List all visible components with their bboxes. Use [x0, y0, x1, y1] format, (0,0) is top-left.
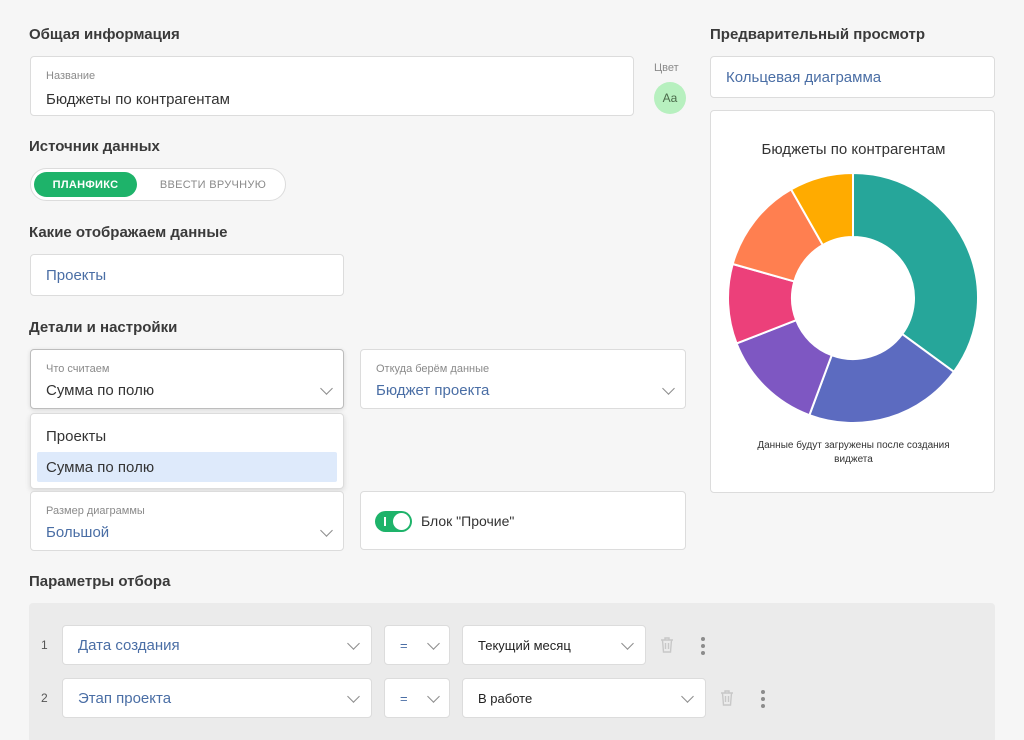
filter-field-value: Этап проекта — [78, 690, 172, 707]
filter-operator-value: = — [400, 691, 408, 706]
filter-operator-select[interactable]: = — [384, 678, 450, 718]
filter-operator-select[interactable]: = — [384, 625, 450, 665]
what-count-dropdown: Проекты Сумма по полю — [30, 413, 344, 489]
preview-section-title: Предварительный просмотр — [710, 26, 925, 43]
name-field[interactable]: Название Бюджеты по контрагентам — [30, 56, 634, 116]
chevron-down-icon — [427, 690, 440, 703]
color-picker[interactable]: Aa — [654, 82, 686, 114]
filter-field-select[interactable]: Этап проекта — [62, 678, 372, 718]
filter-value-select[interactable]: Текущий месяц — [462, 625, 646, 665]
filter-row-number: 2 — [41, 691, 48, 705]
name-field-value: Бюджеты по контрагентам — [46, 91, 230, 108]
filter-value-text: В работе — [478, 691, 533, 706]
donut-chart — [727, 171, 979, 424]
source-switch: ПЛАНФИКС ВВЕСТИ ВРУЧНУЮ — [30, 168, 286, 201]
chevron-down-icon — [427, 637, 440, 650]
details-section-title: Детали и настройки — [29, 319, 178, 336]
what-count-select[interactable]: Что считаем Сумма по полю — [30, 349, 344, 409]
data-source-select[interactable]: Откуда берём данные Бюджет проекта — [360, 349, 686, 409]
chart-size-label: Размер диаграммы — [46, 505, 145, 517]
what-count-label: Что считаем — [46, 363, 110, 375]
preview-note: Данные будут загружены после создания ви… — [757, 440, 950, 465]
trash-icon[interactable] — [659, 636, 675, 654]
filters-panel: 1 Дата создания = Текущий месяц 2 Этап п… — [29, 603, 995, 740]
chevron-down-icon — [621, 637, 634, 650]
chevron-down-icon — [320, 524, 333, 537]
dropdown-option-projects[interactable]: Проекты — [37, 421, 337, 451]
chevron-down-icon — [347, 690, 360, 703]
chevron-down-icon — [320, 382, 333, 395]
chevron-down-icon — [662, 382, 675, 395]
source-section-title: Источник данных — [29, 138, 160, 155]
preview-card: Бюджеты по контрагентам Данные будут заг… — [710, 110, 995, 493]
more-vertical-icon[interactable] — [761, 690, 765, 711]
chevron-down-icon — [681, 690, 694, 703]
more-vertical-icon[interactable] — [701, 637, 705, 658]
display-data-value: Проекты — [46, 267, 107, 284]
other-block-label: Блок "Прочие" — [421, 513, 515, 529]
filter-field-select[interactable]: Дата создания — [62, 625, 372, 665]
toggle-knob — [393, 513, 410, 530]
source-option-manual[interactable]: ВВЕСТИ ВРУЧНУЮ — [145, 172, 281, 197]
display-data-field[interactable]: Проекты — [30, 254, 344, 296]
chart-type-select[interactable]: Кольцевая диаграмма — [710, 56, 995, 98]
toggle-on-mark — [384, 517, 386, 526]
other-block-toggle[interactable] — [375, 511, 412, 532]
chart-type-value: Кольцевая диаграмма — [726, 69, 882, 86]
general-section-title: Общая информация — [29, 26, 180, 43]
filter-operator-value: = — [400, 638, 408, 653]
what-count-value: Сумма по полю — [46, 382, 155, 399]
dropdown-option-sum-by-field[interactable]: Сумма по полю — [37, 452, 337, 482]
data-source-label: Откуда берём данные — [376, 363, 490, 375]
other-block-card: Блок "Прочие" — [360, 491, 686, 550]
name-field-label: Название — [46, 70, 96, 82]
donut-slice-1 — [852, 171, 979, 374]
chart-size-value: Большой — [46, 524, 110, 541]
filter-value-text: Текущий месяц — [478, 638, 571, 653]
chevron-down-icon — [347, 637, 360, 650]
display-section-title: Какие отображаем данные — [29, 224, 228, 241]
filter-field-value: Дата создания — [78, 637, 180, 654]
trash-icon[interactable] — [719, 689, 735, 707]
filters-section-title: Параметры отбора — [29, 573, 171, 590]
data-source-value: Бюджет проекта — [376, 382, 490, 399]
filter-value-select[interactable]: В работе — [462, 678, 706, 718]
color-label: Цвет — [654, 62, 679, 74]
chart-size-select[interactable]: Размер диаграммы Большой — [30, 491, 344, 551]
source-option-planfix[interactable]: ПЛАНФИКС — [34, 172, 137, 197]
filter-row-number: 1 — [41, 638, 48, 652]
